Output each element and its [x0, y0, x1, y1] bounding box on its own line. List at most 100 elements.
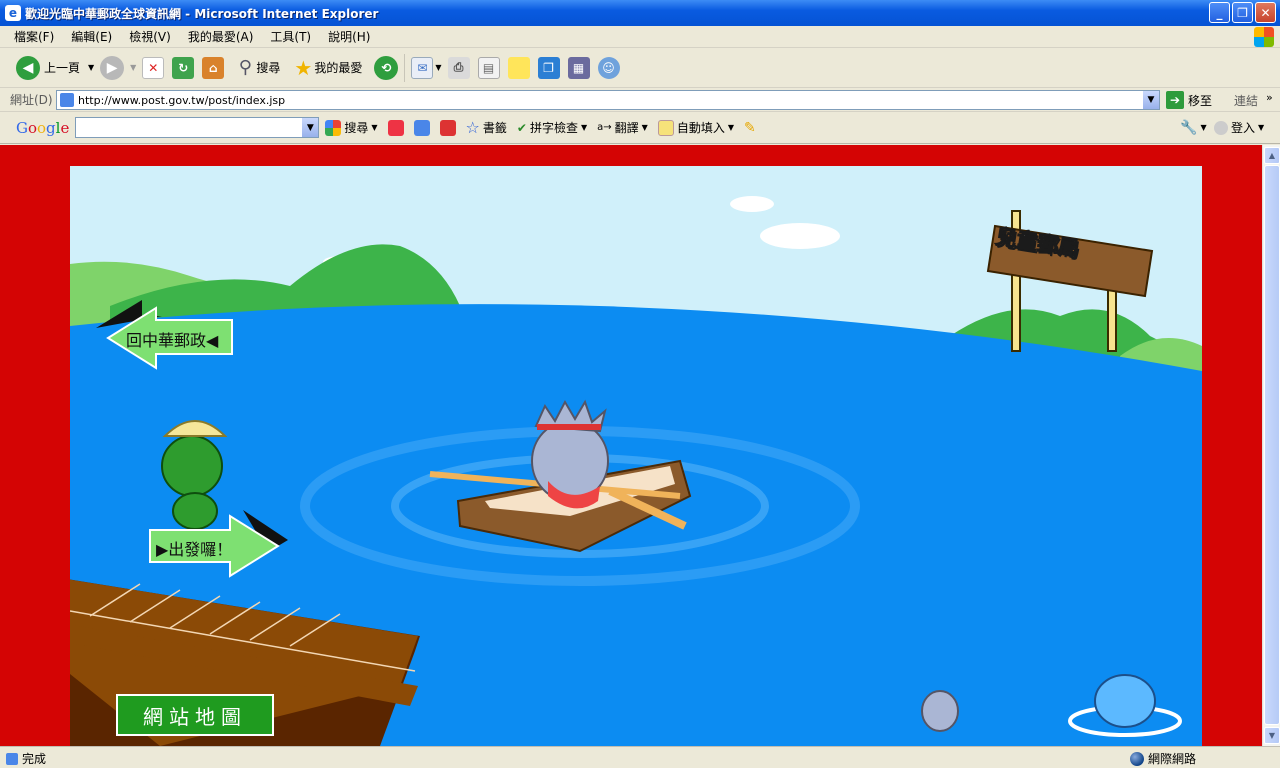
- edit-icon[interactable]: ▤: [477, 56, 500, 79]
- menu-edit[interactable]: 編輯(E): [71, 28, 112, 45]
- page-rank-icon[interactable]: [439, 119, 456, 136]
- translate-button[interactable]: a→ 翻譯 ▼: [597, 119, 648, 136]
- magnifier-icon: ⚲: [238, 57, 252, 78]
- start-label: ▶出發囉！: [156, 540, 233, 559]
- signin-label: 登入: [1231, 121, 1256, 135]
- stop-icon[interactable]: ✕: [142, 56, 165, 79]
- go-button[interactable]: ➔ 移至: [1166, 91, 1212, 109]
- spellcheck-button[interactable]: ✔ 拼字檢查 ▼: [517, 119, 587, 136]
- wrench-icon: 🔧: [1180, 119, 1198, 136]
- standard-toolbar: ◀ 上一頁 ▼ ▶ ▼ ✕ ↻ ⌂ ⚲ 搜尋 ★ 我的最愛 ⟲ ✉ ▼ ⎙ ▤ …: [0, 48, 1280, 88]
- internet-zone-icon: [1130, 751, 1144, 766]
- autofill-button[interactable]: 自動填入 ▼: [657, 119, 734, 136]
- plus-icon[interactable]: [413, 119, 430, 136]
- refresh-icon[interactable]: ↻: [172, 56, 195, 79]
- menu-help[interactable]: 說明(H): [328, 28, 370, 45]
- mascot-headband: [537, 424, 601, 430]
- address-url[interactable]: http://www.post.gov.tw/post/index.jsp: [78, 94, 285, 107]
- bookmarks-label: 書籤: [482, 121, 507, 135]
- cloud: [760, 223, 840, 249]
- address-bar: 網址(D) http://www.post.gov.tw/post/index.…: [0, 88, 1280, 112]
- ie-logo-icon: e: [5, 5, 21, 21]
- messenger-window-icon[interactable]: ❐: [537, 56, 560, 79]
- spellcheck-icon: ✔: [516, 120, 527, 135]
- kids-post-scene: 兒童郵局 回中華郵政◀ ▶出發囉！ 網站地圖: [70, 166, 1202, 746]
- back-label: 上一頁: [44, 61, 81, 75]
- page-icon: [60, 93, 74, 107]
- address-input[interactable]: http://www.post.gov.tw/post/index.jsp ▼: [56, 90, 1160, 110]
- address-dropdown-icon[interactable]: ▼: [1143, 91, 1159, 109]
- go-label: 移至: [1188, 93, 1213, 108]
- google-logo: Google: [16, 118, 70, 137]
- user-icon: [1214, 120, 1228, 135]
- mail-icon[interactable]: ✉: [411, 56, 434, 79]
- highlighter-icon[interactable]: ✎: [744, 120, 756, 136]
- scroll-up-icon[interactable]: ▲: [1264, 147, 1280, 164]
- blue-mascot: [1094, 674, 1156, 728]
- print-icon[interactable]: ⎙: [447, 56, 470, 79]
- spellcheck-label: 拼字檢查: [529, 121, 578, 135]
- maximize-button[interactable]: ❐: [1232, 2, 1253, 23]
- search-label: 搜尋: [256, 61, 281, 75]
- discuss-icon[interactable]: [507, 56, 530, 79]
- sitemap-label: 網站地圖: [143, 704, 247, 729]
- scroll-down-icon[interactable]: ▼: [1264, 727, 1280, 744]
- favorites-label: 我的最愛: [314, 61, 363, 75]
- close-button[interactable]: ✕: [1255, 2, 1276, 23]
- links-button[interactable]: 連結: [1234, 92, 1258, 109]
- back-to-chunghwa-post-link[interactable]: 回中華郵政◀: [92, 296, 242, 370]
- favorites-button[interactable]: ★ 我的最愛: [292, 55, 363, 80]
- signin-button[interactable]: 登入 ▼: [1214, 119, 1264, 136]
- zone-text: 網際網路: [1148, 752, 1197, 766]
- scroll-thumb[interactable]: [1264, 165, 1280, 725]
- toolbar-separator: [404, 53, 406, 82]
- start-link[interactable]: ▶出發囉！: [148, 506, 293, 580]
- bookmark-star-icon: ☆: [465, 118, 480, 137]
- autofill-label: 自動填入: [676, 121, 725, 135]
- window-title: 歡迎光臨中華郵政全球資訊網 - Microsoft Internet Explo…: [25, 6, 379, 21]
- menu-file[interactable]: 檔案(F): [14, 28, 54, 45]
- google-search-label: 搜尋: [344, 121, 369, 135]
- messenger-icon[interactable]: ☺: [597, 56, 620, 79]
- history-icon[interactable]: ⟲: [374, 55, 399, 80]
- forward-button[interactable]: ▶ ▼: [100, 55, 136, 80]
- status-bar: 完成 網際網路: [0, 746, 1280, 768]
- chevron-right-icon[interactable]: »: [1266, 91, 1273, 104]
- google-search-input[interactable]: ▼: [75, 117, 320, 138]
- minimize-button[interactable]: _: [1209, 2, 1230, 23]
- bookmarks-button[interactable]: ☆ 書籤: [466, 118, 507, 137]
- google-search-button[interactable]: 搜尋 ▼: [325, 119, 378, 136]
- google-g-icon: [325, 119, 342, 136]
- research-icon[interactable]: ▦: [567, 56, 590, 79]
- forward-dropdown-icon[interactable]: ▼: [130, 63, 136, 72]
- google-dropdown-icon[interactable]: ▼: [302, 118, 319, 137]
- star-icon: ★: [294, 55, 313, 80]
- back-arrow-icon: ◀: [16, 55, 40, 80]
- forward-arrow-icon: ▶: [100, 55, 125, 80]
- popup-blocker-icon[interactable]: [387, 119, 404, 136]
- sitemap-link[interactable]: 網站地圖: [116, 694, 274, 736]
- page-content: 兒童郵局 回中華郵政◀ ▶出發囉！ 網站地圖: [0, 145, 1262, 746]
- back-arrow-label: 回中華郵政◀: [126, 331, 219, 350]
- back-dropdown-icon[interactable]: ▼: [88, 63, 94, 72]
- browser-window: e 歡迎光臨中華郵政全球資訊網 - Microsoft Internet Exp…: [0, 0, 1280, 768]
- autofill-icon: [657, 119, 674, 136]
- home-icon[interactable]: ⌂: [202, 56, 225, 79]
- frog-head: [161, 435, 223, 497]
- settings-button[interactable]: 🔧 ▼: [1180, 120, 1207, 136]
- status-text: 完成: [22, 752, 47, 766]
- google-toolbar: Google ▼ 搜尋 ▼ ☆ 書籤 ✔ 拼字檢查 ▼ a→ 翻譯 ▼ 自動填入: [0, 112, 1280, 144]
- cloud: [730, 196, 774, 212]
- menu-bar: 檔案(F) 編輯(E) 檢視(V) 我的最愛(A) 工具(T) 說明(H): [0, 26, 1280, 48]
- windows-logo-icon: [1254, 27, 1274, 47]
- back-button[interactable]: ◀ 上一頁 ▼: [16, 55, 94, 80]
- menu-tools[interactable]: 工具(T): [270, 28, 311, 45]
- mail-dropdown-icon[interactable]: ▼: [435, 63, 441, 72]
- go-arrow-icon: ➔: [1166, 91, 1184, 109]
- menu-view[interactable]: 檢視(V): [129, 28, 171, 45]
- search-button[interactable]: ⚲ 搜尋: [234, 57, 281, 79]
- vertical-scrollbar[interactable]: ▲ ▼: [1262, 145, 1280, 746]
- menu-favorites[interactable]: 我的最愛(A): [188, 28, 254, 45]
- small-mascot: [921, 690, 959, 732]
- page-status-icon: [6, 752, 18, 765]
